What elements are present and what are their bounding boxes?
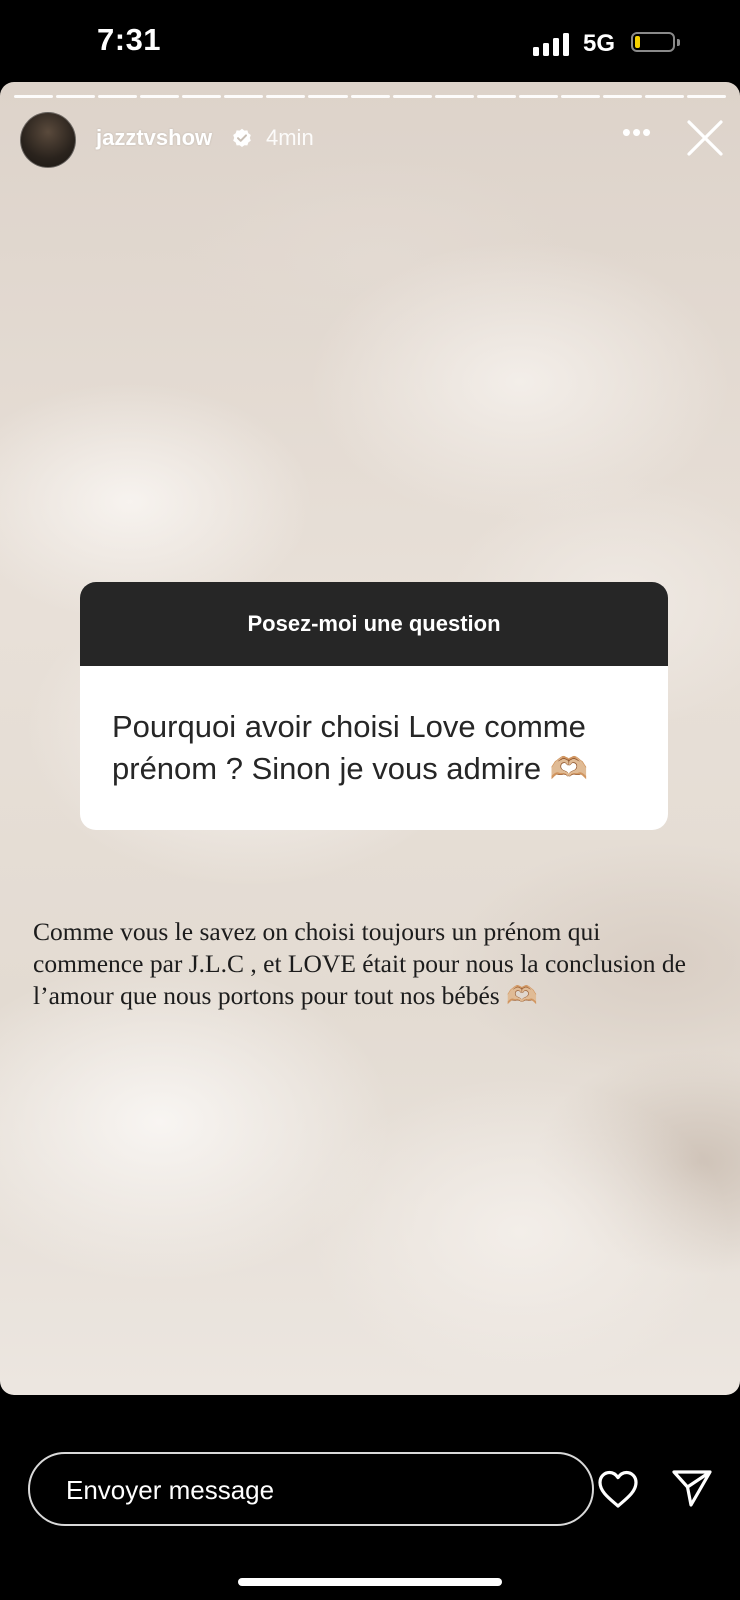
story-progress-segment <box>182 95 222 98</box>
status-bar: 7:31 5G <box>0 0 740 82</box>
story-progress-segment <box>350 95 390 98</box>
battery-icon <box>631 32 680 54</box>
question-sticker[interactable]: Posez-moi une question Pourquoi avoir ch… <box>80 582 668 830</box>
clock: 7:31 <box>97 22 162 57</box>
heart-icon[interactable] <box>596 1468 640 1510</box>
send-message-placeholder: Envoyer message <box>66 1475 275 1505</box>
story-progress-segment <box>644 95 684 98</box>
story-progress-segment <box>14 95 54 98</box>
story-progress-segment <box>434 95 474 98</box>
cellular-signal-icon <box>533 32 573 56</box>
answer-text: Comme vous le savez on choisi toujours u… <box>33 917 686 1010</box>
story-progress-segment <box>56 95 96 98</box>
story-view[interactable]: jazztvshow 4min ••• Posez-moi une questi… <box>0 82 740 1395</box>
story-progress-segment <box>224 95 264 98</box>
story-progress-segment <box>140 95 180 98</box>
story-progress-segment <box>602 95 642 98</box>
close-icon[interactable] <box>686 119 724 157</box>
verified-badge-icon <box>233 128 251 147</box>
story-progress-segment <box>476 95 516 98</box>
story-progress-segment <box>560 95 600 98</box>
question-text: Pourquoi avoir choisi Love comme prénom … <box>112 709 589 786</box>
story-progress-segment <box>98 95 138 98</box>
story-progress-segment <box>518 95 558 98</box>
story-progress-segment <box>308 95 348 98</box>
question-sticker-header: Posez-moi une question <box>80 582 668 666</box>
network-type: 5G <box>583 30 616 57</box>
send-icon[interactable] <box>670 1467 714 1509</box>
story-progress-segment <box>687 95 727 98</box>
story-progress-segment <box>266 95 306 98</box>
post-time: 4min <box>266 125 314 150</box>
home-indicator[interactable] <box>238 1578 502 1586</box>
story-progress-segment <box>392 95 432 98</box>
more-options-button[interactable]: ••• <box>620 119 654 150</box>
send-message-input[interactable]: Envoyer message <box>28 1452 594 1526</box>
avatar[interactable] <box>20 112 76 168</box>
username[interactable]: jazztvshow <box>96 125 212 151</box>
story-progress-bar <box>14 95 727 98</box>
